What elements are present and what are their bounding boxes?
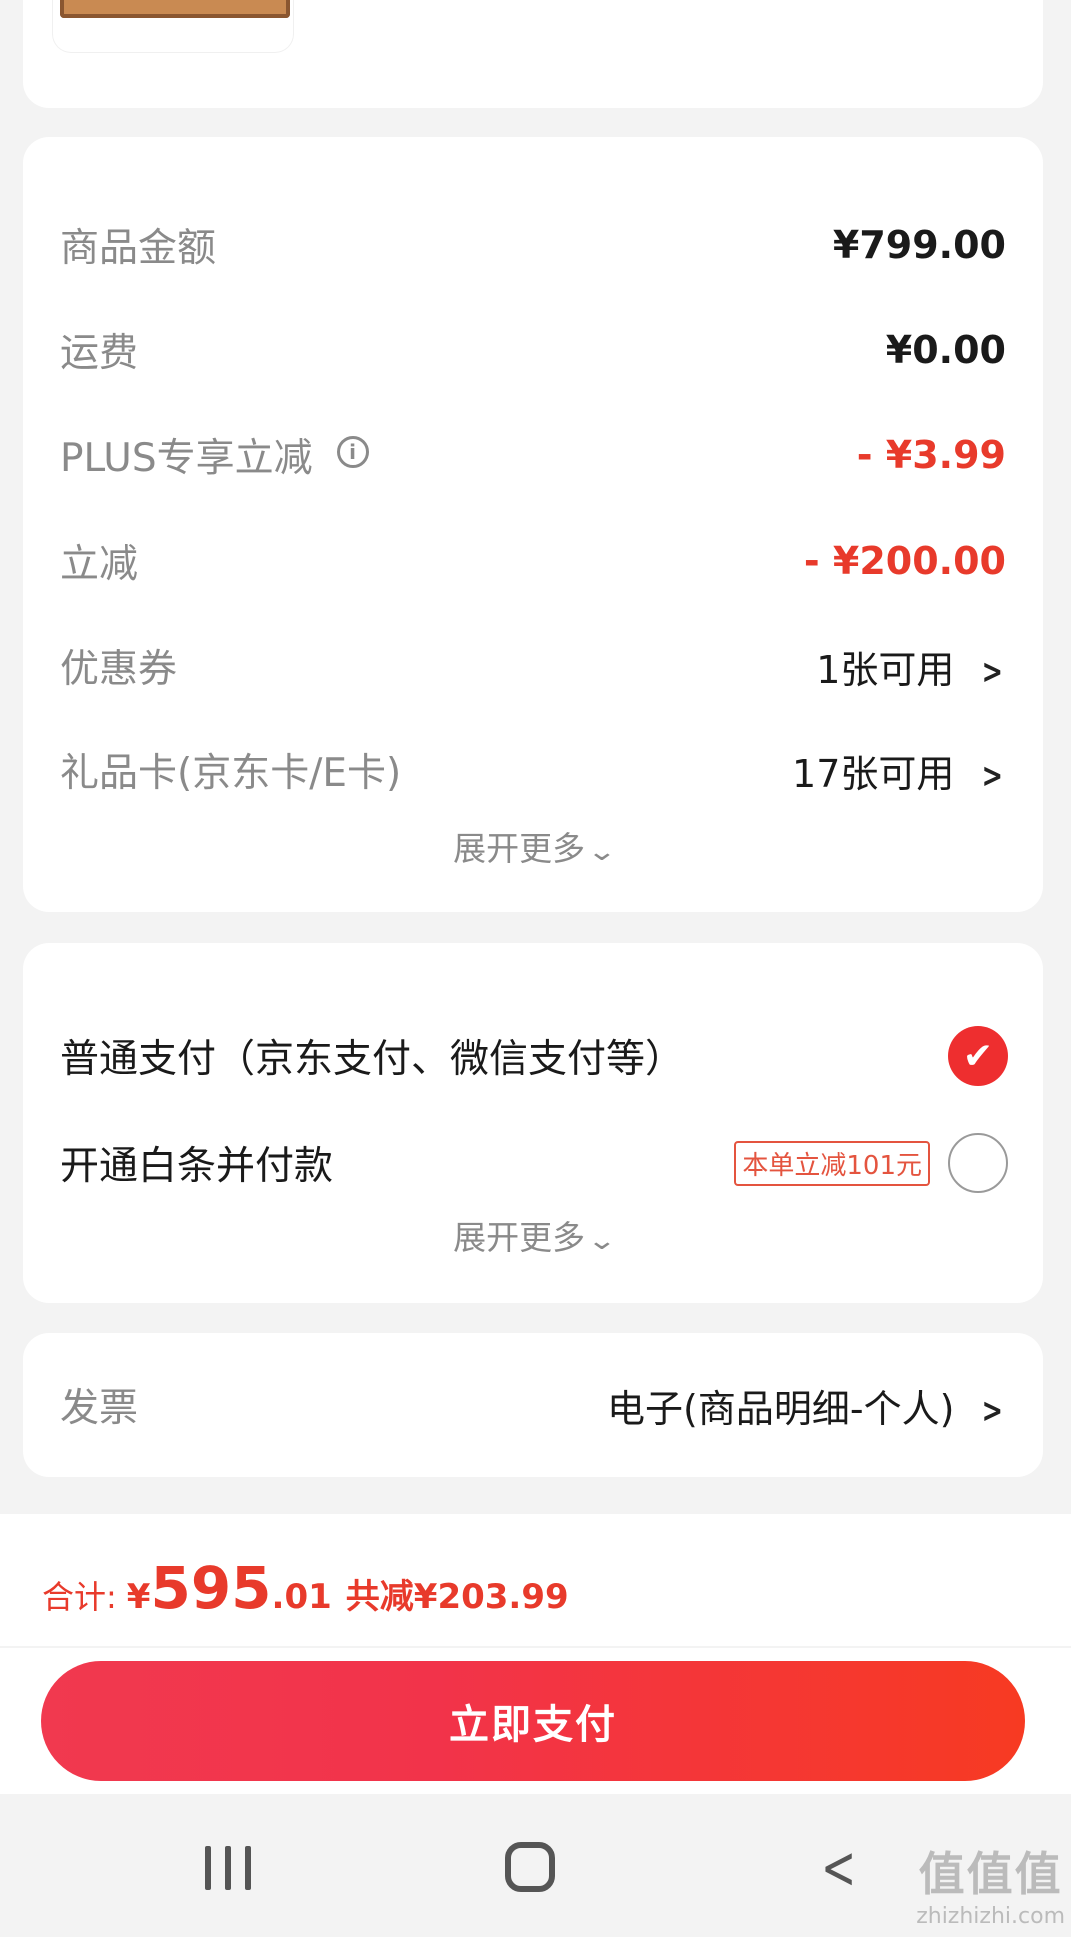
summary-label: 立减: [60, 542, 139, 587]
home-icon[interactable]: [505, 1842, 555, 1892]
watermark-sub: zhizhizhi.com: [916, 1904, 1065, 1929]
back-icon[interactable]: <: [821, 1838, 863, 1898]
summary-row-coupon[interactable]: 优惠券 1张可用 >: [60, 636, 1006, 696]
total-currency: ¥: [126, 1577, 151, 1617]
summary-value-wrap: 17张可用 >: [792, 743, 1006, 798]
price-summary-card: 商品金额 ¥799.00 运费 ¥0.00 PLUS专享立减 i - ¥3.99…: [23, 137, 1043, 912]
recent-apps-bar: [225, 1846, 231, 1890]
recent-apps-bar: [205, 1846, 211, 1890]
expand-label: 展开更多: [453, 829, 586, 868]
summary-label: PLUS专享立减: [60, 436, 313, 481]
divider: [0, 1646, 1071, 1648]
invoice-value: 电子(商品明细-个人): [607, 1386, 955, 1431]
chevron-right-icon: >: [981, 755, 1003, 796]
summary-label: 商品金额: [60, 226, 217, 271]
total-label: 合计:: [42, 1578, 117, 1616]
summary-row-shipping: 运费 ¥0.00: [60, 320, 1006, 380]
summary-value: ¥799.00: [832, 223, 1006, 267]
total-decimal: .01: [271, 1577, 332, 1617]
order-total: 合计: ¥ 595 .01 共减¥203.99: [42, 1554, 569, 1622]
summary-label: 优惠券: [60, 647, 178, 692]
chevron-right-icon: >: [981, 1390, 1003, 1431]
invoice-label: 发票: [60, 1386, 139, 1431]
summary-value: 1张可用: [816, 647, 955, 692]
invoice-row[interactable]: 发票 电子(商品明细-个人) >: [60, 1375, 1006, 1435]
payment-option-label: 普通支付（京东支付、微信支付等）: [60, 1037, 685, 1082]
summary-value: - ¥200.00: [803, 539, 1006, 583]
payment-method-card: 普通支付（京东支付、微信支付等） ✔ 开通白条并付款 本单立减101元 展开更多…: [23, 943, 1043, 1303]
payment-option-right: 本单立减101元: [734, 1133, 1008, 1193]
info-circle-icon[interactable]: i: [336, 436, 369, 468]
checkout-footer: 合计: ¥ 595 .01 共减¥203.99 立即支付: [0, 1514, 1071, 1794]
product-thumbnail-frame[interactable]: [53, 0, 293, 52]
summary-label-wrap: PLUS专享立减 i: [60, 427, 369, 483]
chevron-down-icon: ⌄: [586, 837, 618, 867]
check-icon[interactable]: ✔: [948, 1026, 1008, 1086]
summary-label: 运费: [60, 331, 139, 376]
pay-now-button[interactable]: 立即支付: [41, 1661, 1025, 1781]
summary-label: 礼品卡(京东卡/E卡): [60, 751, 402, 796]
invoice-value-wrap: 电子(商品明细-个人) >: [607, 1378, 1006, 1433]
promo-badge: 本单立减101元: [734, 1140, 930, 1186]
total-saved: 共减¥203.99: [345, 1577, 569, 1617]
chevron-right-icon: >: [981, 651, 1003, 692]
summary-row-giftcard[interactable]: 礼品卡(京东卡/E卡) 17张可用 >: [60, 740, 1006, 800]
total-integer: 595: [150, 1554, 272, 1622]
watermark-main: 值值值: [918, 1847, 1063, 1901]
payment-option-baitiao[interactable]: 开通白条并付款 本单立减101元: [60, 1128, 1008, 1198]
radio-unchecked-icon[interactable]: [948, 1133, 1008, 1193]
summary-value-wrap: 1张可用 >: [816, 639, 1006, 694]
expand-more-payment[interactable]: 展开更多⌄: [23, 1211, 1043, 1259]
invoice-card[interactable]: 发票 电子(商品明细-个人) >: [23, 1333, 1043, 1477]
summary-value: 17张可用: [792, 751, 955, 796]
system-nav-bar: < 值值值 zhizhizhi.com: [0, 1794, 1071, 1937]
expand-label: 展开更多: [453, 1218, 586, 1257]
expand-more-summary[interactable]: 展开更多⌄: [23, 822, 1043, 870]
summary-row-plus-discount: PLUS专享立减 i - ¥3.99: [60, 425, 1006, 485]
summary-value: - ¥3.99: [856, 433, 1006, 477]
recent-apps-bar: [245, 1846, 251, 1890]
recent-apps-icon[interactable]: [205, 1846, 251, 1890]
summary-value: ¥0.00: [885, 328, 1006, 372]
product-thumbnail: [60, 0, 290, 18]
payment-option-normal[interactable]: 普通支付（京东支付、微信支付等） ✔: [60, 1021, 1008, 1091]
summary-row-goods-amount: 商品金额 ¥799.00: [60, 215, 1006, 275]
watermark: 值值值 zhizhizhi.com: [916, 1838, 1065, 1929]
chevron-down-icon: ⌄: [586, 1226, 618, 1256]
summary-row-instant-discount: 立减 - ¥200.00: [60, 531, 1006, 591]
payment-option-label: 开通白条并付款: [60, 1144, 334, 1189]
